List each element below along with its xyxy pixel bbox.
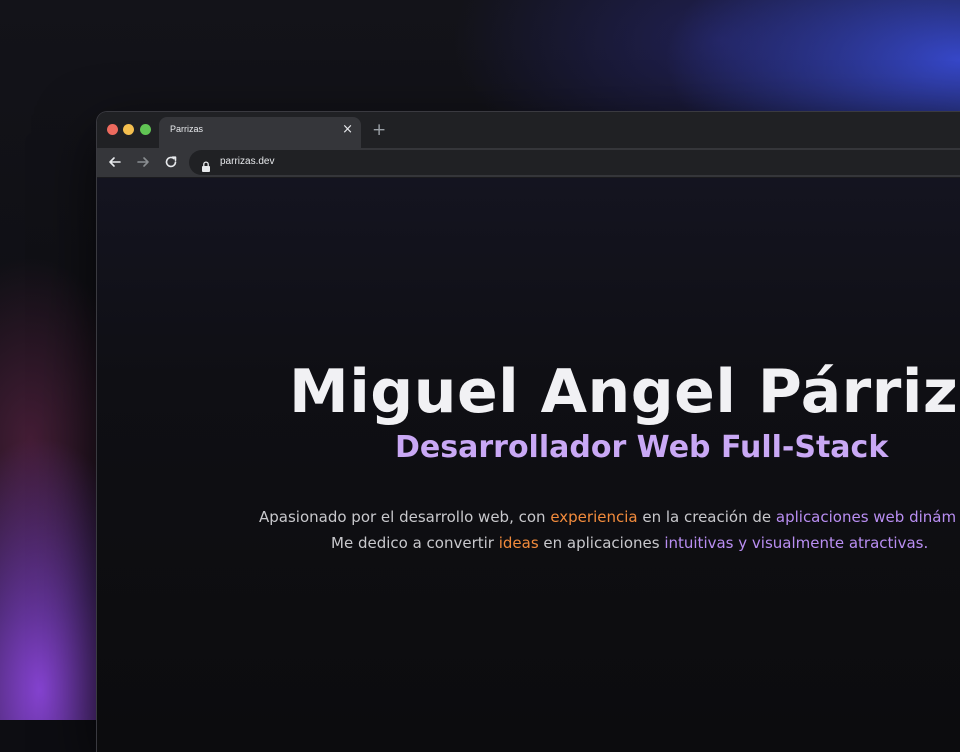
reload-icon[interactable]	[163, 154, 179, 170]
address-bar[interactable]: parrizas.dev	[189, 150, 960, 175]
browser-window: Parrizas × + parrizas.dev Miguel Angel P…	[97, 112, 960, 752]
forward-arrow-icon[interactable]	[135, 154, 151, 170]
tab-parrizas[interactable]: Parrizas ×	[159, 117, 361, 148]
bio-text: en aplicaciones	[538, 534, 665, 552]
back-arrow-icon[interactable]	[107, 154, 123, 170]
bio-highlight-aplicaciones: aplicaciones web dinám	[775, 508, 957, 526]
lock-icon	[201, 157, 211, 172]
bio-highlight-intuitivas: intuitivas y visualmente atractivas.	[664, 534, 929, 552]
hero-name: Miguel Angel Párrizas	[289, 357, 960, 427]
url-text: parrizas.dev	[220, 156, 275, 167]
close-tab-icon[interactable]: ×	[342, 123, 353, 137]
bio-line-1: Apasionado por el desarrollo web, con ex…	[259, 507, 960, 527]
tab-bar: Parrizas × +	[97, 112, 960, 148]
hero-role: Desarrollador Web Full-Stack	[395, 430, 889, 465]
new-tab-icon[interactable]: +	[372, 120, 386, 140]
close-window-button[interactable]	[107, 124, 118, 135]
page-content: Miguel Angel Párrizas Desarrollador Web …	[97, 178, 960, 752]
bio-highlight-experiencia: experiencia	[550, 508, 638, 526]
bio-highlight-ideas: ideas	[498, 534, 539, 552]
minimize-window-button[interactable]	[123, 124, 134, 135]
maximize-window-button[interactable]	[140, 124, 151, 135]
bio-text: Apasionado por el desarrollo web, con	[259, 508, 551, 526]
browser-toolbar: parrizas.dev	[97, 148, 960, 178]
tab-title: Parrizas	[170, 124, 204, 134]
bio-text: Me dedico a convertir	[331, 534, 499, 552]
bio-text: en la creación de	[637, 508, 776, 526]
bio-line-2: Me dedico a convertir ideas en aplicacio…	[331, 533, 960, 553]
